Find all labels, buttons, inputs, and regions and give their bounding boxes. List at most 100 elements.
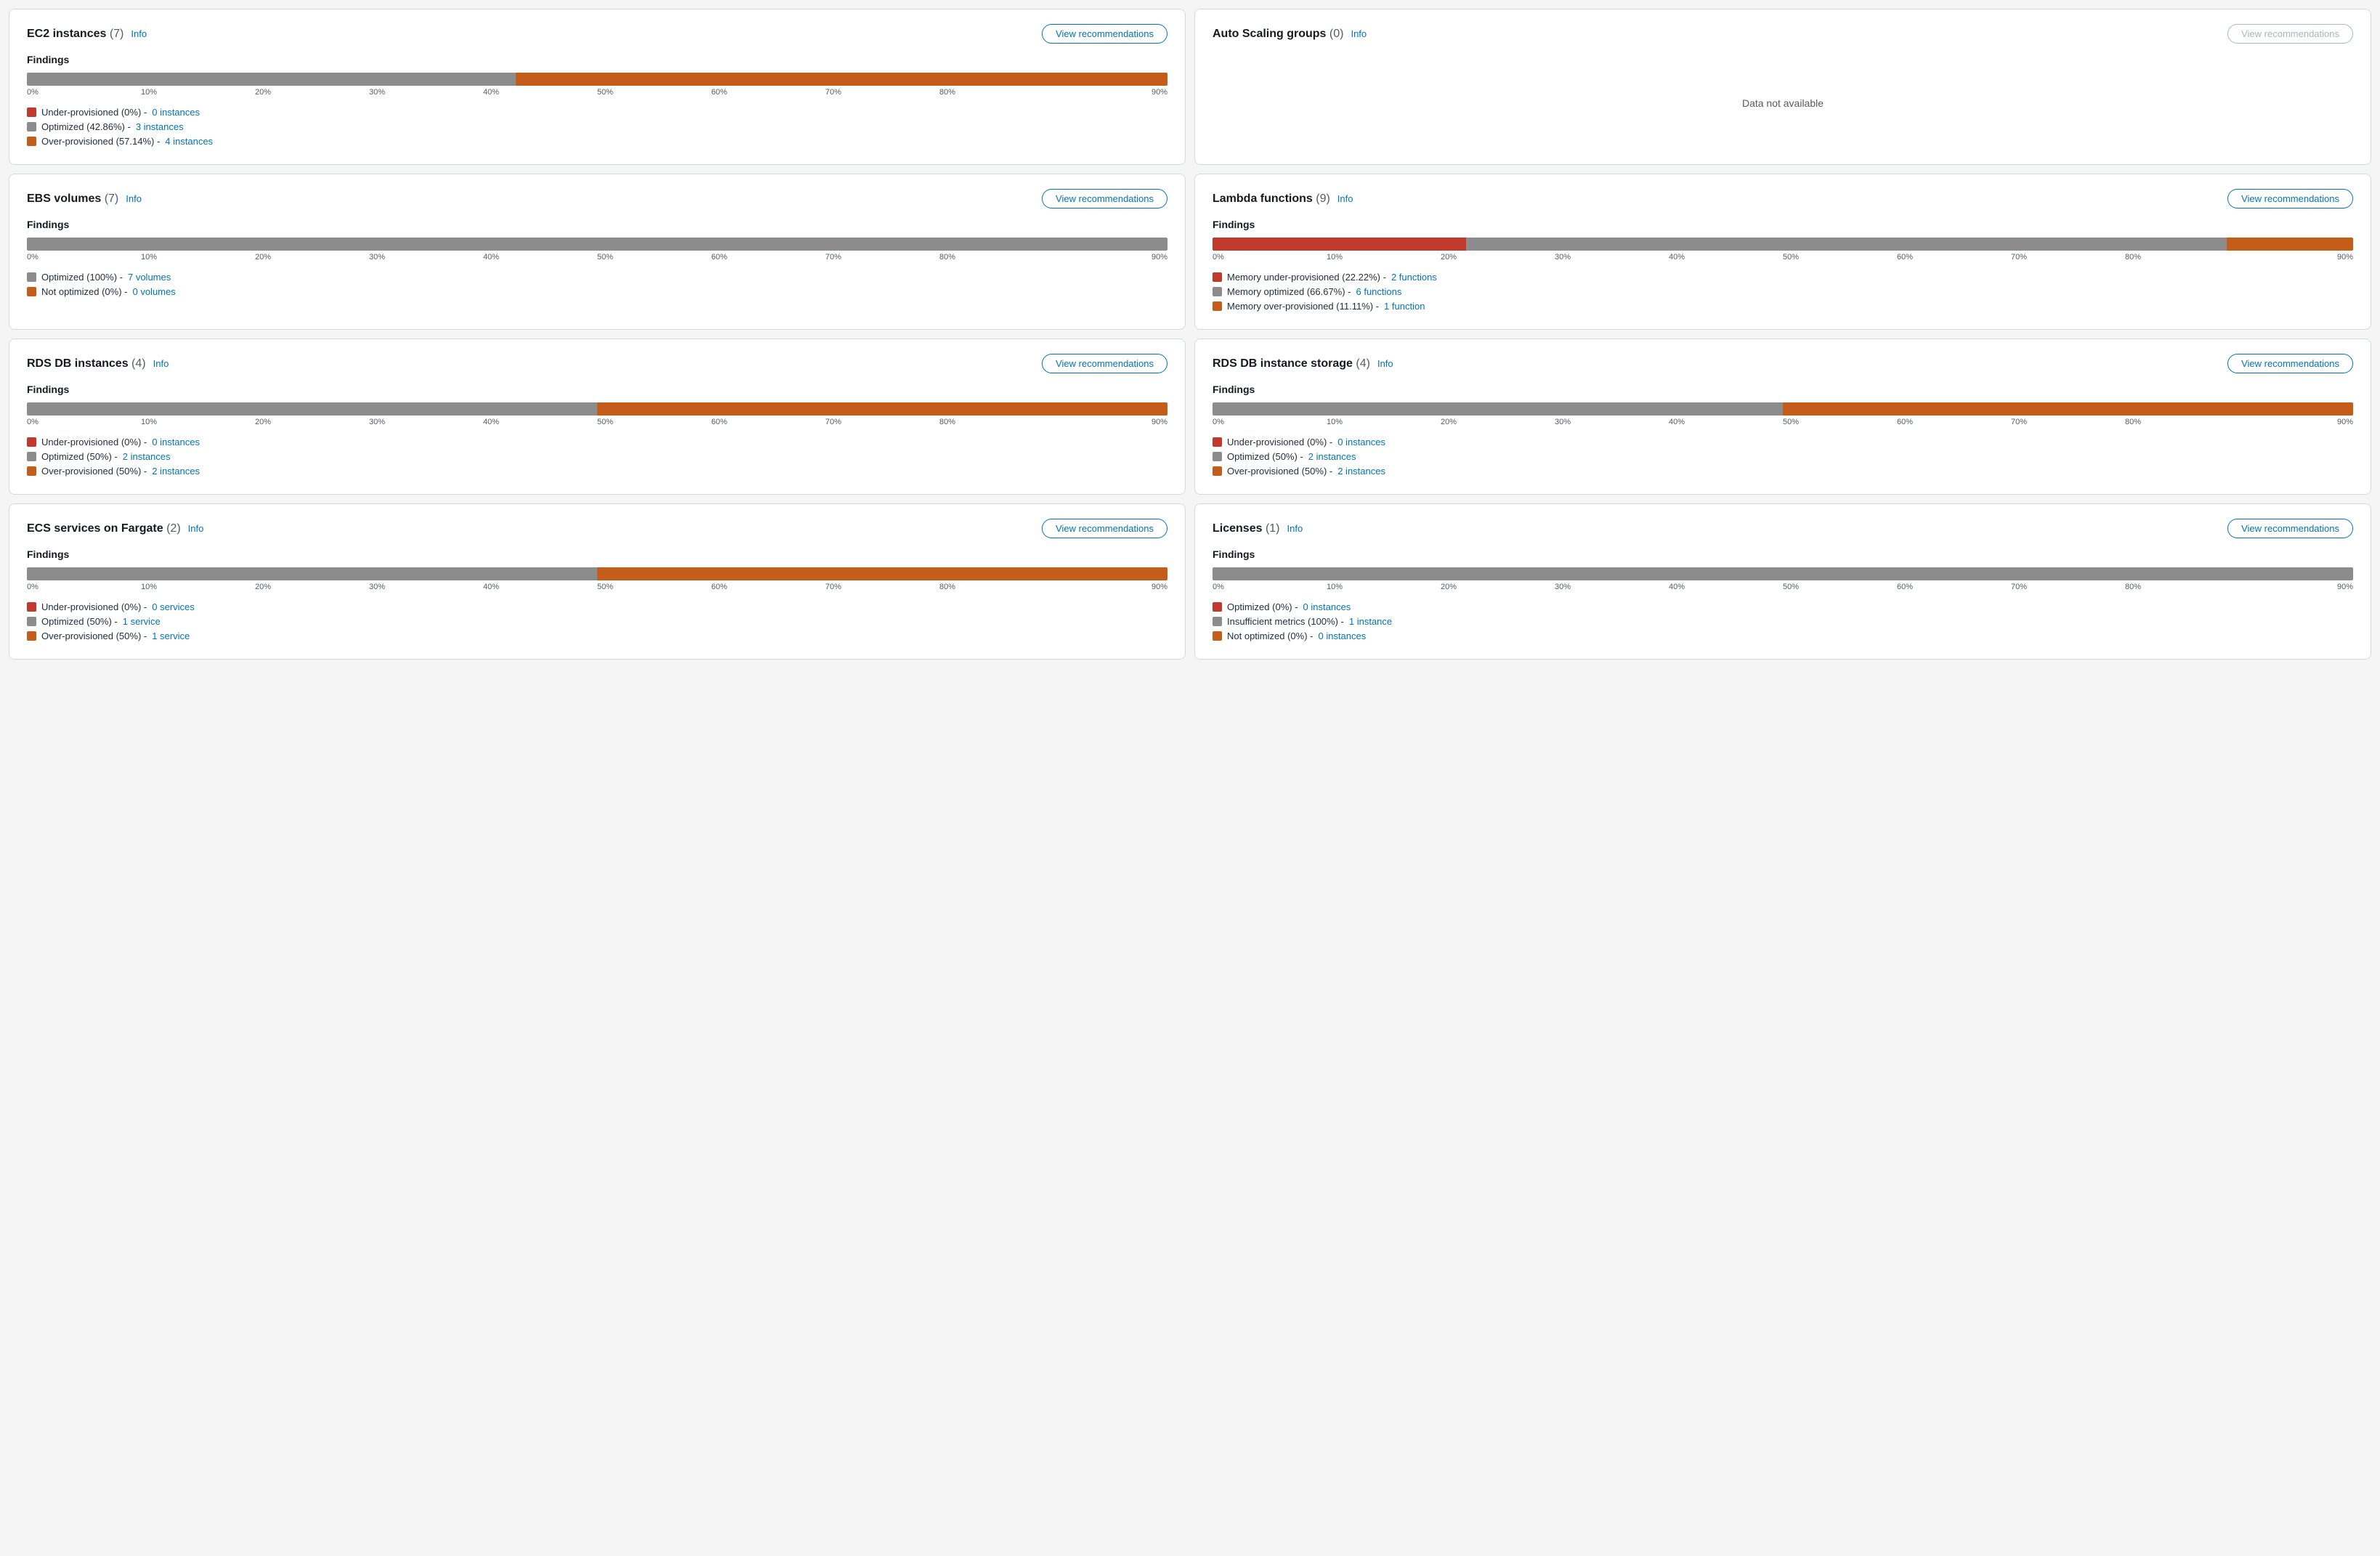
bar-segment-rds-storage-1 xyxy=(1783,402,2353,416)
no-data-asg: Data not available xyxy=(1213,54,2353,138)
findings-label-lambda: Findings xyxy=(1213,219,2353,230)
legend-swatch-ec2-2 xyxy=(27,137,36,146)
bar-container-lambda: 0%10%20%30%40%50%60%70%80%90% xyxy=(1213,238,2353,262)
pct-label-rds-9: 90% xyxy=(1053,418,1167,426)
card-count-ebs: (7) xyxy=(105,193,119,205)
legend-link-rds-storage-2[interactable]: 2 instances xyxy=(1337,466,1385,477)
pct-label-rds-storage-5: 50% xyxy=(1783,418,1897,426)
bar-segment-licenses-0 xyxy=(1213,567,2353,580)
findings-label-ebs: Findings xyxy=(27,219,1167,230)
legend-link-ecs-1[interactable]: 1 service xyxy=(123,616,161,627)
pct-label-licenses-0: 0% xyxy=(1213,583,1327,591)
legend-link-ec2-1[interactable]: 3 instances xyxy=(136,121,184,132)
legend-item-rds-0: Under-provisioned (0%) - 0 instances xyxy=(27,437,1167,447)
pct-label-ec2-1: 10% xyxy=(141,88,255,97)
pct-label-ecs-2: 20% xyxy=(255,583,369,591)
legend-link-lambda-0[interactable]: 2 functions xyxy=(1391,272,1437,283)
pct-labels-licenses: 0%10%20%30%40%50%60%70%80%90% xyxy=(1213,583,2353,591)
legend-link-rds-1[interactable]: 2 instances xyxy=(123,451,171,462)
view-btn-lambda[interactable]: View recommendations xyxy=(2227,189,2353,208)
pct-label-rds-0: 0% xyxy=(27,418,141,426)
legend-link-rds-storage-0[interactable]: 0 instances xyxy=(1337,437,1385,447)
pct-label-lambda-7: 70% xyxy=(2011,253,2125,262)
legend-link-ecs-2[interactable]: 1 service xyxy=(152,631,190,641)
legend-item-lambda-1: Memory optimized (66.67%) - 6 functions xyxy=(1213,286,2353,297)
legend-link-rds-storage-1[interactable]: 2 instances xyxy=(1308,451,1356,462)
bar-container-licenses: 0%10%20%30%40%50%60%70%80%90% xyxy=(1213,567,2353,591)
pct-labels-rds: 0%10%20%30%40%50%60%70%80%90% xyxy=(27,418,1167,426)
card-title-rds-storage: RDS DB instance storage (4) xyxy=(1213,357,1370,370)
info-link-asg[interactable]: Info xyxy=(1351,28,1367,39)
view-btn-ebs[interactable]: View recommendations xyxy=(1042,189,1167,208)
view-btn-licenses[interactable]: View recommendations xyxy=(2227,519,2353,538)
legend-text-ecs-0: Under-provisioned (0%) - xyxy=(41,601,147,612)
info-link-licenses[interactable]: Info xyxy=(1287,523,1303,534)
legend-item-lambda-2: Memory over-provisioned (11.11%) - 1 fun… xyxy=(1213,301,2353,312)
legend-link-lambda-1[interactable]: 6 functions xyxy=(1356,286,1402,297)
pct-label-ebs-2: 20% xyxy=(255,253,369,262)
card-header-rds: RDS DB instances (4)InfoView recommendat… xyxy=(27,354,1167,373)
legend-text-ec2-2: Over-provisioned (57.14%) - xyxy=(41,136,160,147)
pct-label-lambda-4: 40% xyxy=(1669,253,1783,262)
info-link-ebs[interactable]: Info xyxy=(126,193,142,204)
view-btn-rds[interactable]: View recommendations xyxy=(1042,354,1167,373)
legend-link-rds-0[interactable]: 0 instances xyxy=(152,437,200,447)
card-licenses: Licenses (1)InfoView recommendationsFind… xyxy=(1194,503,2371,660)
card-title-ebs: EBS volumes (7) xyxy=(27,193,118,206)
info-link-ecs[interactable]: Info xyxy=(188,523,204,534)
legend-link-licenses-0[interactable]: 0 instances xyxy=(1303,601,1351,612)
pct-label-rds-storage-2: 20% xyxy=(1441,418,1555,426)
legend-link-ebs-0[interactable]: 7 volumes xyxy=(128,272,171,283)
legend-swatch-ecs-0 xyxy=(27,602,36,612)
card-title-group-ec2: EC2 instances (7) Info xyxy=(27,28,147,41)
pct-label-ecs-9: 90% xyxy=(1053,583,1167,591)
legend-link-rds-2[interactable]: 2 instances xyxy=(152,466,200,477)
legend-ecs: Under-provisioned (0%) - 0 servicesOptim… xyxy=(27,601,1167,641)
pct-label-rds-storage-8: 80% xyxy=(2125,418,2239,426)
legend-link-ecs-0[interactable]: 0 services xyxy=(152,601,195,612)
view-btn-ecs[interactable]: View recommendations xyxy=(1042,519,1167,538)
info-link-rds[interactable]: Info xyxy=(153,358,169,369)
card-title-group-ecs: ECS services on Fargate (2)Info xyxy=(27,522,203,535)
legend-link-ec2-2[interactable]: 4 instances xyxy=(165,136,213,147)
legend-item-ec2-2: Over-provisioned (57.14%) - 4 instances xyxy=(27,136,1167,147)
findings-label-rds: Findings xyxy=(27,384,1167,395)
pct-label-ecs-8: 80% xyxy=(939,583,1053,591)
bar-segment-lambda-1 xyxy=(1466,238,2227,251)
pct-label-licenses-5: 50% xyxy=(1783,583,1897,591)
pct-label-ec2-6: 60% xyxy=(711,88,825,97)
info-link-lambda[interactable]: Info xyxy=(1337,193,1353,204)
legend-link-lambda-2[interactable]: 1 function xyxy=(1384,301,1425,312)
view-btn-ec2[interactable]: View recommendations xyxy=(1042,24,1167,44)
pct-label-ecs-5: 50% xyxy=(597,583,711,591)
info-link-rds-storage[interactable]: Info xyxy=(1377,358,1393,369)
card-title-ec2: EC2 instances (7) xyxy=(27,28,124,41)
legend-link-licenses-1[interactable]: 1 instance xyxy=(1349,616,1392,627)
legend-swatch-rds-2 xyxy=(27,466,36,476)
card-ec2: EC2 instances (7) Info View recommendation… xyxy=(9,9,1186,165)
info-link-ec2[interactable]: Info xyxy=(131,28,147,39)
card-title-group-licenses: Licenses (1)Info xyxy=(1213,522,1303,535)
legend-text-rds-2: Over-provisioned (50%) - xyxy=(41,466,147,477)
bar-segment-lambda-0 xyxy=(1213,238,1466,251)
legend-link-licenses-2[interactable]: 0 instances xyxy=(1318,631,1366,641)
card-title-lambda: Lambda functions (9) xyxy=(1213,193,1330,206)
legend-text-rds-storage-2: Over-provisioned (50%) - xyxy=(1227,466,1332,477)
legend-link-ec2-0[interactable]: 0 instances xyxy=(152,107,200,118)
view-btn-rds-storage[interactable]: View recommendations xyxy=(2227,354,2353,373)
legend-item-ebs-1: Not optimized (0%) - 0 volumes xyxy=(27,286,1167,297)
legend-swatch-lambda-1 xyxy=(1213,287,1222,296)
card-count-ec2: (7) xyxy=(110,28,124,40)
pct-label-licenses-1: 10% xyxy=(1327,583,1441,591)
pct-label-rds-storage-1: 10% xyxy=(1327,418,1441,426)
legend-text-rds-0: Under-provisioned (0%) - xyxy=(41,437,147,447)
pct-label-licenses-8: 80% xyxy=(2125,583,2239,591)
legend-swatch-licenses-1 xyxy=(1213,617,1222,626)
bar-container-rds: 0%10%20%30%40%50%60%70%80%90% xyxy=(27,402,1167,426)
bar-track-ec2 xyxy=(27,73,1167,86)
legend-link-ebs-1[interactable]: 0 volumes xyxy=(132,286,175,297)
bar-track-rds xyxy=(27,402,1167,416)
pct-label-ebs-1: 10% xyxy=(141,253,255,262)
pct-label-rds-4: 40% xyxy=(483,418,597,426)
legend-item-rds-storage-2: Over-provisioned (50%) - 2 instances xyxy=(1213,466,2353,477)
